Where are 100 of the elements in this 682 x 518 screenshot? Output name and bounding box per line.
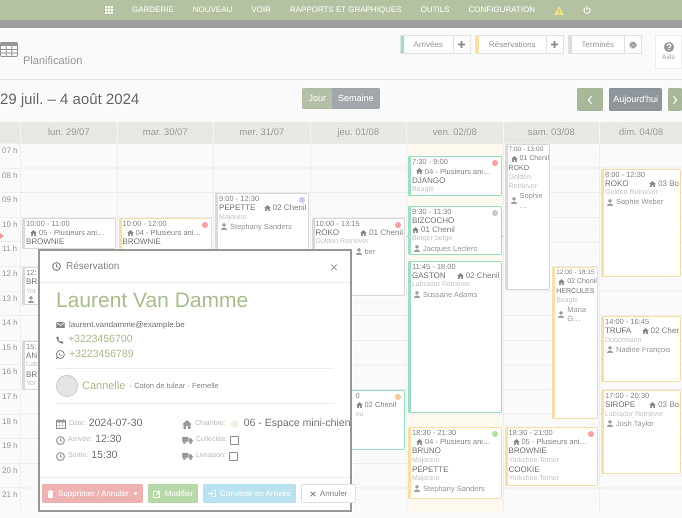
day-header: lun. 29/07: [20, 122, 116, 143]
animal-name: BROWNIE: [508, 446, 547, 456]
person-icon: [221, 223, 227, 230]
house-icon: [558, 278, 566, 285]
house-icon: [416, 438, 423, 445]
animal-name: BR: [26, 370, 38, 379]
room-label: 02 Chenil: [466, 271, 500, 280]
hour-label: 11 h: [2, 244, 17, 254]
day-header: dim. 04/08: [599, 122, 682, 143]
person-icon: [356, 248, 362, 255]
edit-button[interactable]: Modifier: [148, 484, 198, 503]
cancel-button[interactable]: Annuler: [300, 484, 356, 503]
sign-in-icon: [208, 490, 216, 497]
warning-icon[interactable]: [554, 6, 564, 14]
pet-name: Cannelle: [82, 378, 126, 394]
field-value: 2024-07-30: [88, 416, 142, 432]
day-header: sam. 03/08: [502, 122, 599, 143]
room-label: 01 Chenil: [421, 225, 455, 234]
phone-icon: [56, 336, 64, 344]
nav-link[interactable]: NOUVEAU: [192, 4, 232, 16]
next-button[interactable]: [668, 88, 682, 111]
edit-icon: [152, 490, 161, 498]
house-icon: [456, 272, 464, 279]
help-icon: [664, 42, 674, 52]
page-title: Planification: [23, 54, 82, 69]
day-header: jeu. 01/08: [310, 122, 406, 143]
power-icon[interactable]: [583, 6, 592, 14]
close-button[interactable]: ×: [330, 260, 338, 274]
animal-name: BR: [26, 277, 38, 287]
caret-icon: [132, 492, 138, 496]
person-icon: [607, 346, 613, 354]
chat-phone-icon: [56, 350, 65, 359]
nav-link[interactable]: GARDERIE: [132, 4, 174, 16]
view-tab[interactable]: Semaine: [332, 88, 380, 109]
clock-icon: [56, 452, 65, 460]
animal-name: AN: [26, 351, 38, 360]
nav-link[interactable]: OUTILS: [420, 4, 450, 16]
chevron-left-icon: [587, 94, 594, 104]
truck-icon: [182, 436, 193, 444]
nav-link[interactable]: CONFIGURATION: [468, 4, 536, 16]
hour-label: 12 h: [2, 268, 18, 278]
field-value: 12:30: [95, 432, 122, 448]
nav-link[interactable]: VOIR: [251, 4, 271, 16]
person-icon: [607, 420, 613, 428]
person-icon: [414, 484, 420, 492]
calendar-icon: [56, 419, 66, 429]
animal-name: PEPETTE: [219, 203, 256, 213]
room-label: 03 Bo: [658, 400, 679, 410]
house-icon: [649, 402, 656, 408]
house-icon: [649, 180, 656, 187]
phone-link[interactable]: +3223456700: [68, 332, 133, 348]
room-label: 01 Chenil: [369, 228, 403, 238]
view-tab[interactable]: Jour: [302, 88, 332, 109]
hour-label: 08 h: [2, 170, 18, 180]
room-color-dot: [230, 420, 239, 428]
today-button[interactable]: Aujourd'hui: [609, 88, 662, 111]
trash-icon: [47, 490, 54, 498]
house-icon: [642, 328, 649, 334]
truck-icon: [182, 452, 193, 460]
person-icon: [510, 197, 516, 204]
house-icon: [510, 156, 518, 162]
hour-label: 18 h: [2, 416, 18, 426]
clock-icon: [52, 262, 61, 271]
house-icon: [512, 438, 520, 445]
room-label: 03 Bo: [658, 178, 679, 188]
previous-button[interactable]: [577, 88, 604, 111]
hour-label: 14 h: [2, 318, 18, 328]
animal-name: ROKO: [605, 178, 629, 188]
house-icon: [356, 402, 362, 408]
delete-dropdown-button[interactable]: Supprimer / Annuler: [42, 484, 143, 503]
day-header: mar. 30/07: [116, 122, 213, 143]
chevron-right-icon: [672, 94, 678, 104]
hour-label: 17 h: [2, 392, 18, 401]
animal-name: PÉPETTE: [412, 465, 448, 474]
animal-name: COOKIE: [508, 465, 540, 474]
animal-name: DJANGO: [412, 176, 446, 186]
phone-link[interactable]: +3223456789: [69, 346, 134, 362]
hour-label: 20 h: [2, 466, 18, 475]
house-icon: [182, 420, 192, 428]
animal-name: BIZCOCHO: [412, 216, 454, 226]
checkbox[interactable]: [230, 436, 240, 444]
room-label: 02 Chenil: [272, 203, 306, 213]
checkbox[interactable]: [228, 452, 238, 460]
plus-icon: [458, 41, 466, 48]
hour-label: 19 h: [2, 441, 18, 450]
person-icon: [558, 310, 564, 318]
hour-label: 16 h: [2, 367, 18, 376]
hour-label: 15 h: [2, 342, 18, 352]
hour-label: 07 h: [2, 146, 18, 155]
pet-photo-placeholder: [56, 375, 78, 397]
person-icon: [414, 290, 420, 298]
field-value: 15:30: [91, 448, 118, 464]
clock-icon: [56, 436, 65, 444]
grid-icon[interactable]: [104, 6, 113, 14]
envelope-icon: [56, 322, 65, 328]
client-name: Laurent Van Damme: [56, 288, 250, 314]
person-icon: [414, 244, 420, 252]
animal-name: BRUNO: [412, 446, 441, 456]
hour-label: 10 h: [2, 220, 18, 229]
nav-link[interactable]: RAPPORTS ET GRAPHIQUES: [290, 4, 402, 16]
